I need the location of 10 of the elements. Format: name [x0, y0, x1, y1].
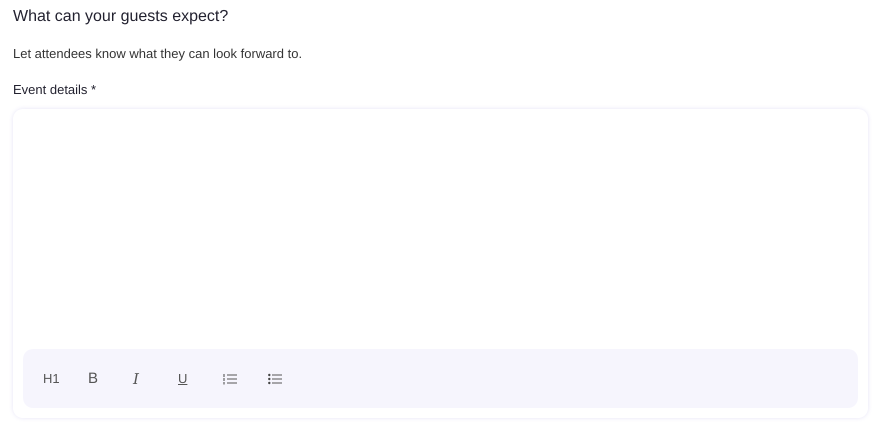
bullet-list-icon — [268, 372, 282, 384]
italic-button[interactable]: I — [133, 368, 178, 388]
section-heading: What can your guests expect? — [13, 7, 230, 27]
list-icon — [223, 372, 237, 384]
rich-text-editor[interactable]: H1 B I U — [13, 109, 868, 418]
underline-button[interactable]: U — [178, 368, 223, 388]
heading-button[interactable]: H1 — [43, 368, 88, 388]
bold-button[interactable]: B — [88, 368, 133, 388]
field-label: Event details * — [13, 81, 98, 99]
description-text: Let attendees know what they can look forward to. — [13, 45, 304, 63]
